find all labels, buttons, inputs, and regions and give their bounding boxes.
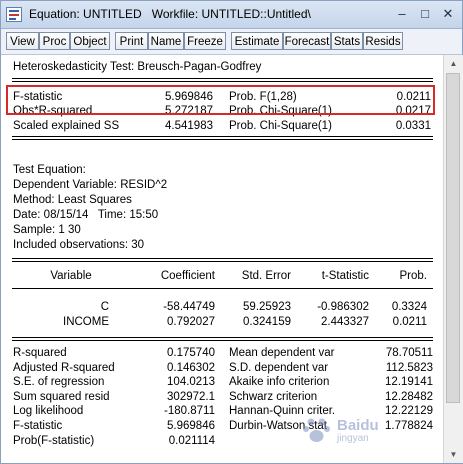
forecast-button[interactable]: Forecast bbox=[283, 32, 331, 50]
highlight-box bbox=[6, 85, 435, 115]
watermark-text: Baidu bbox=[337, 417, 379, 434]
std-error-value: 59.25923 bbox=[243, 301, 291, 313]
equation-window: Equation: UNTITLED Workfile: UNTITLED::U… bbox=[0, 0, 463, 464]
summary-value: 0.021114 bbox=[168, 435, 215, 447]
column-header: Prob. bbox=[399, 270, 428, 282]
summary-label: S.E. of regression bbox=[13, 376, 105, 388]
summary-label: Prob(F-statistic) bbox=[13, 435, 95, 447]
test-stat-value: 4.541983 bbox=[165, 120, 213, 132]
coefficient-value: -58.44749 bbox=[163, 301, 215, 313]
resids-button[interactable]: Resids bbox=[363, 32, 403, 50]
scroll-thumb[interactable] bbox=[446, 73, 460, 403]
object-button[interactable]: Object bbox=[70, 32, 110, 50]
t-statistic-value: -0.986302 bbox=[317, 301, 369, 313]
toolbar: View Proc Object Print Name Freeze Estim… bbox=[1, 29, 462, 55]
name-button[interactable]: Name bbox=[148, 32, 184, 50]
summary-value: 0.175740 bbox=[167, 347, 215, 359]
proc-button[interactable]: Proc bbox=[39, 32, 70, 50]
freeze-button[interactable]: Freeze bbox=[184, 32, 226, 50]
summary-label: Sum squared resid bbox=[13, 391, 110, 403]
scroll-up-icon[interactable]: ▲ bbox=[444, 55, 463, 72]
window-title: Equation: UNTITLED Workfile: UNTITLED::U… bbox=[29, 7, 311, 21]
prob-value: 0.0211 bbox=[392, 316, 427, 328]
included-observations: Included observations: 30 bbox=[13, 239, 145, 251]
column-header: Variable bbox=[50, 270, 92, 282]
test-dist-label: Prob. Chi-Square(1) bbox=[229, 120, 332, 132]
t-statistic-value: 2.443327 bbox=[321, 316, 369, 328]
std-error-value: 0.324159 bbox=[243, 316, 291, 328]
summary-value: -180.8711 bbox=[164, 405, 215, 417]
baidu-watermark: Baidu jingyan bbox=[301, 413, 441, 447]
print-button[interactable]: Print bbox=[115, 32, 148, 50]
prob-value: 0.3324 bbox=[391, 301, 427, 313]
estimate-button[interactable]: Estimate bbox=[231, 32, 283, 50]
scroll-down-icon[interactable]: ▼ bbox=[444, 446, 463, 463]
output-view[interactable]: Heteroskedasticity Test: Breusch-Pagan-G… bbox=[1, 55, 442, 463]
summary-value: 78.70511 bbox=[385, 347, 433, 359]
summary-label: Adjusted R-squared bbox=[13, 362, 115, 374]
variable-name: INCOME bbox=[63, 316, 109, 328]
test-stat-label: Scaled explained SS bbox=[13, 120, 120, 132]
eviews-equation-icon bbox=[6, 7, 22, 22]
dependent-variable: Dependent Variable: RESID^2 bbox=[13, 179, 168, 191]
estimation-method: Method: Least Squares bbox=[13, 194, 132, 206]
summary-value: 302972.1 bbox=[167, 391, 215, 403]
maximize-icon[interactable]: □ bbox=[414, 5, 436, 24]
paw-icon bbox=[303, 418, 330, 442]
summary-value: 5.969846 bbox=[167, 420, 215, 432]
minimize-icon[interactable]: – bbox=[391, 5, 413, 24]
test-equation-header: Test Equation: bbox=[13, 164, 86, 176]
variable-name: C bbox=[100, 301, 109, 313]
stats-button[interactable]: Stats bbox=[331, 32, 363, 50]
summary-label: Akaike info criterion bbox=[229, 376, 330, 388]
view-button[interactable]: View bbox=[6, 32, 39, 50]
summary-value: 12.28482 bbox=[385, 391, 433, 403]
summary-value: 12.19141 bbox=[385, 376, 433, 388]
summary-value: 0.146302 bbox=[167, 362, 215, 374]
summary-label: Log likelihood bbox=[13, 405, 84, 417]
close-icon[interactable]: ✕ bbox=[437, 5, 459, 24]
summary-value: 104.0213 bbox=[167, 376, 215, 388]
column-header: Coefficient bbox=[160, 270, 215, 282]
watermark-subtext: jingyan bbox=[337, 433, 369, 444]
summary-label: F-statistic bbox=[13, 420, 63, 432]
test-prob-value: 0.0331 bbox=[395, 120, 431, 132]
coefficient-value: 0.792027 bbox=[167, 316, 215, 328]
summary-label: R-squared bbox=[13, 347, 67, 359]
test-heading: Heteroskedasticity Test: Breusch-Pagan-G… bbox=[13, 61, 262, 73]
title-bar[interactable]: Equation: UNTITLED Workfile: UNTITLED::U… bbox=[1, 1, 462, 29]
vertical-scrollbar[interactable]: ▲ ▼ bbox=[443, 55, 463, 463]
summary-label: Schwarz criterion bbox=[229, 391, 318, 403]
column-header: Std. Error bbox=[241, 270, 291, 282]
estimation-date: Date: 08/15/14 Time: 15:50 bbox=[13, 209, 159, 221]
sample-range: Sample: 1 30 bbox=[13, 224, 81, 236]
column-header: t-Statistic bbox=[321, 270, 369, 282]
summary-label: S.D. dependent var bbox=[229, 362, 329, 374]
summary-label: Mean dependent var bbox=[229, 347, 335, 359]
summary-value: 112.5823 bbox=[385, 362, 433, 374]
